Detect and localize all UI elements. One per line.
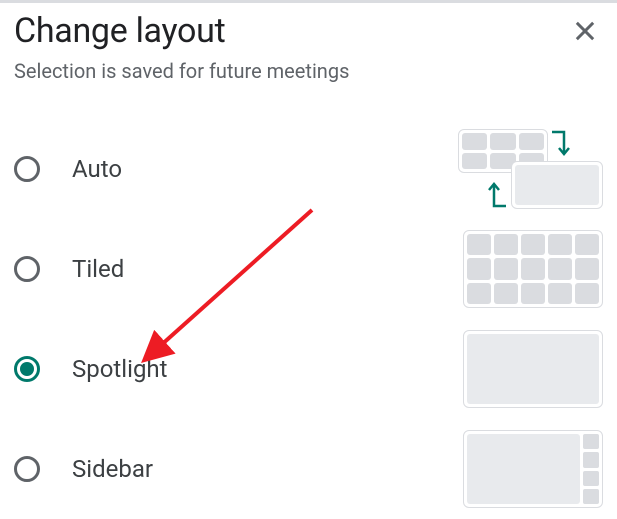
layout-options: Auto	[14, 119, 603, 519]
option-left: Sidebar	[14, 455, 153, 483]
dialog-header: Change layout	[14, 11, 603, 51]
radio-tiled[interactable]	[14, 256, 40, 282]
preview-sidebar	[463, 430, 603, 508]
layout-option-auto[interactable]: Auto	[14, 119, 603, 219]
option-left: Auto	[14, 155, 122, 183]
auto-large-icon	[511, 161, 603, 209]
preview-spotlight	[463, 330, 603, 408]
preview-tiled	[463, 230, 603, 308]
dialog-title: Change layout	[14, 11, 225, 51]
option-label-auto: Auto	[72, 155, 122, 183]
option-left: Spotlight	[14, 355, 167, 383]
radio-auto[interactable]	[14, 156, 40, 182]
option-label-tiled: Tiled	[72, 255, 124, 283]
preview-auto	[458, 129, 603, 209]
arrow-up-icon	[488, 179, 508, 209]
option-label-spotlight: Spotlight	[72, 355, 167, 383]
close-button[interactable]	[567, 13, 603, 49]
layout-option-sidebar[interactable]: Sidebar	[14, 419, 603, 519]
radio-inner	[20, 362, 34, 376]
layout-option-spotlight[interactable]: Spotlight	[14, 319, 603, 419]
radio-sidebar[interactable]	[14, 456, 40, 482]
change-layout-dialog: Change layout Selection is saved for fut…	[0, 3, 617, 519]
close-icon	[571, 17, 599, 45]
layout-option-tiled[interactable]: Tiled	[14, 219, 603, 319]
option-label-sidebar: Sidebar	[72, 455, 153, 483]
dialog-subtitle: Selection is saved for future meetings	[14, 59, 603, 83]
radio-spotlight[interactable]	[14, 356, 40, 382]
arrow-down-icon	[550, 129, 570, 159]
option-left: Tiled	[14, 255, 124, 283]
